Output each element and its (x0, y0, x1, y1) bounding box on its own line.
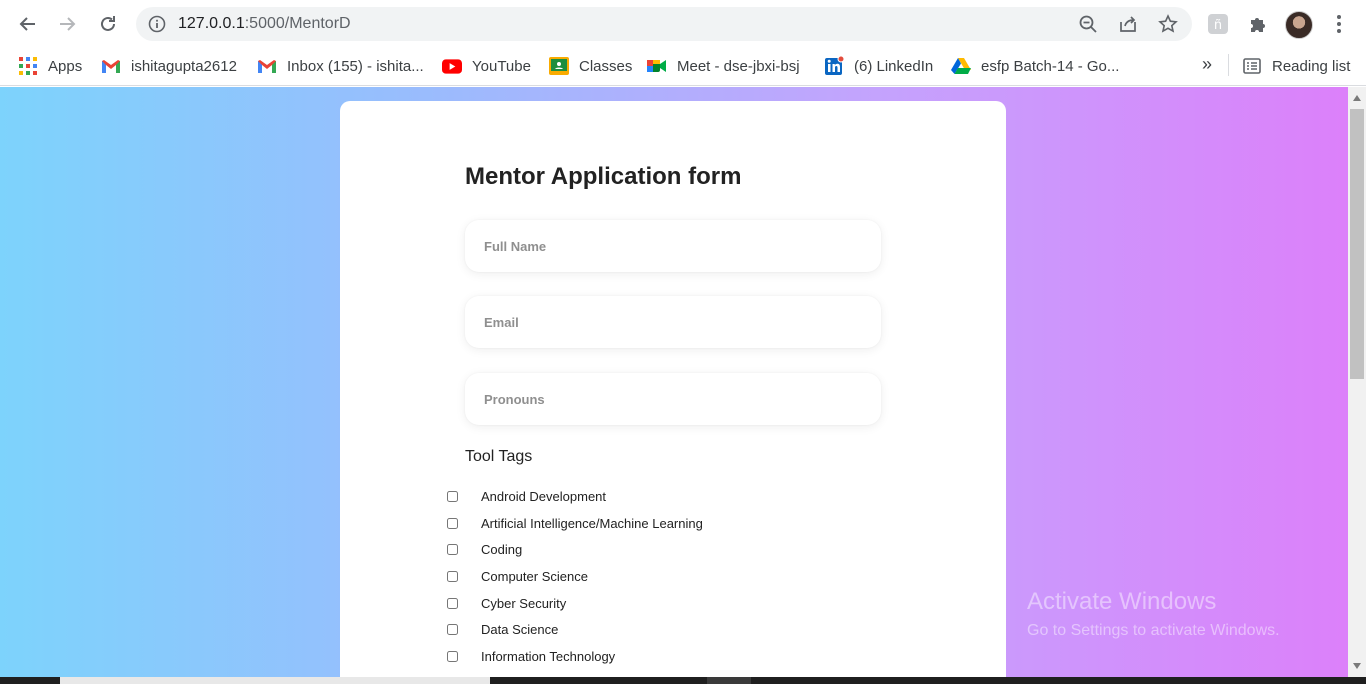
tag-cyber-security[interactable]: Cyber Security (447, 596, 566, 611)
url-host: 127.0.0.1 (178, 15, 245, 32)
drive-icon (951, 57, 971, 75)
bookmark-youtube[interactable]: YouTube (442, 55, 531, 77)
tag-label: Cyber Security (481, 596, 567, 611)
tag-label: Computer Science (481, 569, 588, 584)
meet-icon (647, 57, 667, 75)
tag-data-science[interactable]: Data Science (447, 622, 558, 637)
taskbar (0, 677, 1366, 684)
tag-label: Data Science (481, 622, 559, 637)
mentor-form-card: Mentor Application form Tool Tags Androi… (340, 101, 1006, 677)
scrollbar-thumb[interactable] (1350, 109, 1364, 379)
reading-list-icon (1242, 57, 1262, 75)
bookmark-label: ishitagupta2612 (131, 57, 237, 75)
youtube-icon (442, 57, 462, 75)
tag-ai-ml[interactable]: Artificial Intelligence/Machine Learning (447, 516, 703, 531)
browser-toolbar: 127.0.0.1:5000/MentorD ñ (0, 0, 1366, 48)
bookmark-label: Inbox (155) - ishita... (287, 57, 424, 75)
tag-label: Information Technology (481, 649, 616, 664)
reload-button[interactable] (94, 10, 122, 38)
address-bar[interactable]: 127.0.0.1:5000/MentorD (136, 7, 1192, 41)
bookmark-label: Meet - dse-jbxi-bsj (677, 57, 800, 75)
bookmark-classes[interactable]: Classes (549, 55, 632, 77)
tag-information-technology[interactable]: Information Technology (447, 649, 615, 664)
apps-grid-icon (18, 57, 38, 75)
bookmark-drive[interactable]: esfp Batch-14 - Go... (951, 55, 1119, 77)
more-bookmarks-button[interactable]: » (1202, 54, 1212, 75)
scroll-down-arrow-icon[interactable] (1353, 663, 1361, 669)
browser-menu-button[interactable] (1325, 10, 1353, 38)
bookmarks-separator (1228, 54, 1229, 76)
tag-checkbox[interactable] (447, 571, 458, 582)
back-button[interactable] (14, 10, 42, 38)
bookmark-gmail-inbox[interactable]: Inbox (155) - ishita... (257, 55, 424, 77)
bookmark-label: YouTube (472, 57, 531, 75)
bookmark-label: Classes (579, 57, 633, 75)
bookmark-apps[interactable]: Apps (18, 55, 82, 77)
bookmark-linkedin[interactable]: (6) LinkedIn (824, 55, 933, 77)
svg-text:ñ: ñ (1214, 18, 1222, 33)
tag-coding[interactable]: Coding (447, 542, 522, 557)
windows-activation-watermark: Activate Windows Go to Settings to activ… (1027, 588, 1280, 640)
zoom-icon[interactable] (1078, 14, 1098, 34)
puzzle-icon (1251, 18, 1265, 32)
share-icon[interactable] (1118, 14, 1138, 34)
extensions-button[interactable] (1244, 10, 1272, 38)
bookmark-star-icon[interactable] (1158, 14, 1178, 34)
watermark-line2: Go to Settings to activate Windows. (1027, 622, 1280, 639)
tag-checkbox[interactable] (447, 651, 458, 662)
extension-button[interactable]: ñ (1204, 10, 1232, 38)
bookmark-label: (6) LinkedIn (854, 57, 934, 75)
reload-icon (101, 16, 115, 31)
form-title: Mentor Application form (465, 163, 742, 190)
classroom-icon (549, 57, 569, 75)
bookmark-meet[interactable]: Meet - dse-jbxi-bsj (647, 55, 800, 77)
tag-label: Coding (481, 542, 523, 557)
reading-list-label: Reading list (1272, 57, 1351, 75)
pronouns-input[interactable] (465, 373, 881, 425)
more-vertical-icon (1337, 15, 1341, 33)
extension-app-icon: ñ (1208, 14, 1228, 34)
reading-list-button[interactable]: Reading list (1242, 55, 1350, 77)
tag-label: Android Development (481, 489, 607, 504)
tag-label: Artificial Intelligence/Machine Learning (481, 516, 703, 531)
tool-tags-heading: Tool Tags (465, 448, 533, 465)
bookmark-label: esfp Batch-14 - Go... (981, 57, 1120, 75)
arrow-right-icon (60, 17, 76, 31)
url-text[interactable]: 127.0.0.1:5000/MentorD (178, 15, 351, 33)
forward-button[interactable] (53, 10, 81, 38)
email-input[interactable] (465, 296, 881, 348)
tag-checkbox[interactable] (447, 518, 458, 529)
taskbar-item[interactable] (707, 677, 751, 684)
tag-checkbox[interactable] (447, 544, 458, 555)
tag-android-development[interactable]: Android Development (447, 489, 606, 504)
tag-checkbox[interactable] (447, 624, 458, 635)
taskbar-item[interactable] (60, 677, 490, 684)
url-path: :5000/MentorD (244, 15, 351, 32)
bookmarks-bar: Apps ishitagupta2612 Inbox (155) - ishit… (0, 48, 1366, 86)
gmail-icon (257, 57, 277, 75)
bookmark-gmail-account[interactable]: ishitagupta2612 (101, 55, 237, 77)
tag-computer-science[interactable]: Computer Science (447, 569, 588, 584)
scroll-up-arrow-icon[interactable] (1353, 95, 1361, 101)
profile-avatar[interactable] (1285, 11, 1313, 39)
tag-checkbox[interactable] (447, 491, 458, 502)
bookmark-label: Apps (48, 57, 83, 75)
tag-checkbox[interactable] (447, 598, 458, 609)
gmail-icon (101, 57, 121, 75)
arrow-left-icon (19, 17, 35, 31)
watermark-line1: Activate Windows (1027, 588, 1217, 615)
page-scrollbar[interactable] (1348, 87, 1366, 677)
site-info-icon[interactable] (148, 15, 166, 33)
full-name-input[interactable] (465, 220, 881, 272)
linkedin-icon (824, 56, 844, 75)
